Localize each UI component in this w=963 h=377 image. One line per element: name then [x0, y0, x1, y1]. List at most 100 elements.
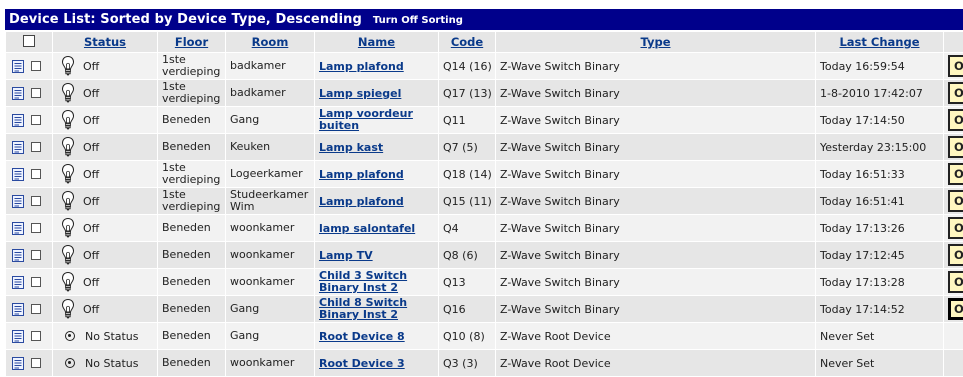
action-cell: On: [944, 296, 963, 323]
turn-on-button[interactable]: On: [948, 217, 963, 239]
turn-off-sorting-link[interactable]: Turn Off Sorting: [373, 15, 463, 26]
device-details-icon[interactable]: [11, 194, 25, 209]
bulb-icon: [61, 163, 75, 185]
type-cell: Z-Wave Switch Binary: [496, 134, 816, 161]
status-cell: No Status: [53, 350, 158, 377]
table-row: No Status Beneden woonkamer Root Device …: [6, 350, 963, 377]
device-details-icon[interactable]: [11, 113, 25, 128]
last-change-cell: Yesterday 23:15:00: [816, 134, 944, 161]
sort-room-link[interactable]: Room: [252, 35, 289, 49]
last-change-cell: Never Set: [816, 350, 944, 377]
device-table: Status Floor Room Name Code Type Last Ch…: [5, 31, 963, 377]
status-cell: Off: [53, 134, 158, 161]
device-name-link[interactable]: Lamp plafond: [319, 196, 404, 208]
turn-on-button[interactable]: On: [948, 163, 963, 185]
sort-last-change-link[interactable]: Last Change: [839, 35, 919, 49]
action-cell: On: [944, 107, 963, 134]
sort-name-link[interactable]: Name: [358, 35, 395, 49]
type-cell: Z-Wave Switch Binary: [496, 188, 816, 215]
device-details-icon[interactable]: [11, 302, 25, 317]
status-text: Off: [83, 168, 99, 181]
row-checkbox[interactable]: [31, 223, 41, 233]
col-last-change: Last Change: [816, 32, 944, 53]
row-select-cell: [6, 323, 53, 350]
code-cell: Q15 (11): [439, 188, 496, 215]
code-cell: Q7 (5): [439, 134, 496, 161]
room-cell: Logeerkamer: [226, 161, 315, 188]
device-name-link[interactable]: lamp salontafel: [319, 223, 415, 235]
device-details-icon[interactable]: [11, 275, 25, 290]
floor-cell: Beneden: [158, 107, 226, 134]
device-details-icon[interactable]: [11, 140, 25, 155]
name-cell: Child 3 Switch Binary Inst 2: [315, 269, 439, 296]
row-checkbox[interactable]: [31, 250, 41, 260]
sort-code-link[interactable]: Code: [451, 35, 483, 49]
col-code: Code: [439, 32, 496, 53]
device-name-link[interactable]: Lamp kast: [319, 142, 383, 154]
row-checkbox[interactable]: [31, 196, 41, 206]
device-name-link[interactable]: Root Device 3: [319, 358, 405, 370]
floor-cell: Beneden: [158, 269, 226, 296]
turn-on-button[interactable]: On: [948, 136, 963, 158]
floor-cell: Beneden: [158, 134, 226, 161]
select-all-cell: [6, 32, 53, 53]
device-name-link[interactable]: Lamp plafond: [319, 61, 404, 73]
device-details-icon[interactable]: [11, 167, 25, 182]
row-checkbox[interactable]: [31, 304, 41, 314]
row-checkbox[interactable]: [31, 142, 41, 152]
status-cell: Off: [53, 215, 158, 242]
row-checkbox[interactable]: [31, 61, 41, 71]
action-cell: On: [944, 53, 963, 80]
row-checkbox[interactable]: [31, 331, 41, 341]
status-cell: No Status: [53, 323, 158, 350]
device-details-icon[interactable]: [11, 221, 25, 236]
device-name-link[interactable]: Lamp voordeur buiten: [319, 108, 438, 132]
device-details-icon[interactable]: [11, 59, 25, 74]
select-all-checkbox[interactable]: [23, 35, 35, 47]
sort-status-link[interactable]: Status: [84, 35, 126, 49]
type-cell: Z-Wave Switch Binary: [496, 215, 816, 242]
turn-on-button[interactable]: On: [948, 298, 963, 320]
room-cell: woonkamer: [226, 242, 315, 269]
name-cell: Child 8 Switch Binary Inst 2: [315, 296, 439, 323]
turn-on-button[interactable]: On: [948, 82, 963, 104]
row-checkbox[interactable]: [31, 277, 41, 287]
name-cell: Lamp plafond: [315, 188, 439, 215]
turn-on-button[interactable]: On: [948, 190, 963, 212]
device-name-link[interactable]: Child 8 Switch Binary Inst 2: [319, 297, 438, 321]
status-cell: Off: [53, 161, 158, 188]
table-row: Off Beneden Keuken Lamp kast Q7 (5) Z-Wa…: [6, 134, 963, 161]
turn-on-button[interactable]: On: [948, 244, 963, 266]
device-name-link[interactable]: Lamp TV: [319, 250, 373, 262]
status-cell: Off: [53, 80, 158, 107]
row-checkbox[interactable]: [31, 358, 41, 368]
action-cell: [944, 350, 963, 377]
device-details-icon[interactable]: [11, 248, 25, 263]
status-text: No Status: [85, 357, 139, 370]
code-cell: Q14 (16): [439, 53, 496, 80]
code-cell: Q16: [439, 296, 496, 323]
code-cell: Q13: [439, 269, 496, 296]
device-details-icon[interactable]: [11, 86, 25, 101]
device-details-icon[interactable]: [11, 329, 25, 344]
sort-floor-link[interactable]: Floor: [175, 35, 208, 49]
action-cell: On: [944, 242, 963, 269]
device-name-link[interactable]: Lamp plafond: [319, 169, 404, 181]
device-details-icon[interactable]: [11, 356, 25, 371]
row-checkbox[interactable]: [31, 169, 41, 179]
device-name-link[interactable]: Root Device 8: [319, 331, 405, 343]
device-name-link[interactable]: Child 3 Switch Binary Inst 2: [319, 270, 438, 294]
row-checkbox[interactable]: [31, 115, 41, 125]
room-cell: badkamer: [226, 53, 315, 80]
table-row: Off Beneden woonkamer Child 3 Switch Bin…: [6, 269, 963, 296]
floor-cell: Beneden: [158, 215, 226, 242]
turn-on-button[interactable]: On: [948, 55, 963, 77]
name-cell: Root Device 3: [315, 350, 439, 377]
device-name-link[interactable]: Lamp spiegel: [319, 88, 401, 100]
page-title: Device List: Sorted by Device Type, Desc…: [5, 12, 362, 27]
turn-on-button[interactable]: On: [948, 271, 963, 293]
turn-on-button[interactable]: On: [948, 109, 963, 131]
room-cell: Gang: [226, 323, 315, 350]
sort-type-link[interactable]: Type: [640, 35, 670, 49]
row-checkbox[interactable]: [31, 88, 41, 98]
